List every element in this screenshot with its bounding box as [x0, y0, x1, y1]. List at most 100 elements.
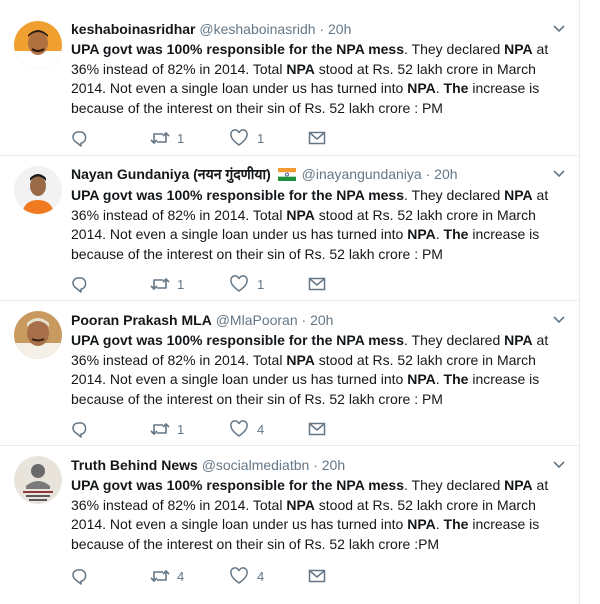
text: : PM: [414, 99, 443, 116]
heart-icon: [230, 129, 248, 146]
direct-message-button[interactable]: [308, 274, 326, 294]
tweet-text: UPA govt was 100% responsible for the NP…: [71, 476, 571, 554]
tweet-header: Nayan Gundaniya (नयन गुंदणीया) @inayangu…: [71, 165, 565, 185]
direct-message-button[interactable]: [308, 419, 326, 439]
text-bold: responsible for the NPA mess: [206, 187, 404, 203]
chevron-down-icon[interactable]: [553, 165, 565, 183]
reply-button[interactable]: [71, 274, 89, 294]
text-bold: NPA: [407, 226, 436, 242]
text-bold: The: [443, 516, 469, 532]
avatar[interactable]: [14, 456, 62, 504]
retweet-count: 1: [177, 276, 185, 292]
text: . They declared: [404, 187, 505, 203]
user-handle[interactable]: @inayangundaniya: [302, 166, 422, 182]
text-bold: UPA govt was 100%: [71, 41, 203, 57]
text-bold: NPA: [504, 477, 533, 493]
direct-message-button[interactable]: [308, 566, 326, 586]
display-name[interactable]: Truth Behind News: [71, 457, 198, 473]
text-bold: NPA: [504, 187, 533, 203]
tweet[interactable]: Pooran Prakash MLA @MlaPooran · 20h UPA …: [0, 301, 579, 446]
tweet-text: UPA govt was 100% responsible for the NP…: [71, 40, 571, 118]
user-handle[interactable]: @keshaboinasridh: [199, 21, 315, 37]
text-bold: NPA: [407, 371, 436, 387]
display-name[interactable]: Pooran Prakash MLA: [71, 312, 212, 328]
retweet-icon: [150, 132, 170, 144]
separator: ·: [313, 457, 318, 473]
like-button[interactable]: 1: [230, 274, 264, 294]
like-count: 1: [257, 276, 265, 292]
separator: ·: [425, 166, 431, 182]
retweet-icon: [150, 278, 170, 290]
text-bold: The: [443, 80, 469, 96]
heart-icon: [230, 420, 248, 437]
separator: ·: [301, 312, 307, 328]
chevron-down-icon[interactable]: [553, 456, 565, 474]
text-bold: NPA: [286, 60, 315, 77]
like-count: 4: [257, 568, 265, 584]
retweet-icon: [150, 570, 170, 582]
retweet-count: 1: [177, 421, 185, 437]
retweet-button[interactable]: 1: [150, 274, 184, 294]
avatar[interactable]: [14, 166, 62, 214]
tweet-header: Truth Behind News @socialmediatbn · 20h: [71, 456, 565, 474]
tweet-text: UPA govt was 100% responsible for the NP…: [71, 186, 571, 264]
text: .: [435, 371, 444, 387]
tweet[interactable]: Truth Behind News @socialmediatbn · 20h …: [0, 446, 579, 604]
envelope-icon: [308, 131, 326, 145]
text: : PM: [414, 245, 443, 262]
direct-message-button[interactable]: [308, 128, 326, 148]
user-handle[interactable]: @MlaPooran: [216, 312, 298, 328]
tweet[interactable]: Nayan Gundaniya (नयन गुंदणीया) @inayangu…: [0, 156, 579, 301]
reply-button[interactable]: [71, 566, 89, 586]
like-button[interactable]: 4: [230, 566, 264, 586]
avatar[interactable]: [14, 21, 62, 69]
tweet[interactable]: keshaboinasridhar @keshaboinasridh · 20h…: [0, 0, 579, 156]
text-bold: The: [443, 371, 469, 387]
text: . They declared: [404, 41, 505, 57]
heart-icon: [230, 567, 248, 584]
tweet-header: keshaboinasridhar @keshaboinasridh · 20h: [71, 20, 565, 38]
envelope-icon: [308, 569, 326, 583]
text-bold: NPA: [504, 41, 533, 57]
reply-button[interactable]: [71, 128, 89, 148]
envelope-icon: [308, 277, 326, 291]
retweet-count: 4: [177, 568, 185, 584]
like-button[interactable]: 1: [230, 128, 264, 148]
tweet-actions: 1 1: [71, 128, 471, 148]
timestamp[interactable]: 20h: [434, 166, 457, 182]
timestamp[interactable]: 20h: [322, 457, 345, 473]
india-flag-icon: [277, 167, 296, 185]
tweet-actions: 4 4: [71, 566, 471, 586]
display-name[interactable]: Nayan Gundaniya (नयन गुंदणीया): [71, 166, 271, 182]
timestamp[interactable]: 20h: [310, 312, 333, 328]
text: . They declared: [404, 477, 505, 493]
like-count: 4: [257, 421, 265, 437]
text: .: [435, 226, 444, 242]
retweet-button[interactable]: 4: [150, 566, 184, 586]
chevron-down-icon[interactable]: [553, 311, 565, 329]
text-bold: UPA govt was 100%: [71, 332, 203, 348]
tweet-header: Pooran Prakash MLA @MlaPooran · 20h: [71, 311, 565, 329]
chevron-down-icon[interactable]: [553, 20, 565, 38]
text: . They declared: [404, 332, 505, 348]
text-bold: UPA govt was 100%: [71, 187, 203, 203]
display-name[interactable]: keshaboinasridhar: [71, 21, 196, 37]
text-bold: NPA: [504, 332, 533, 348]
like-count: 1: [257, 130, 265, 146]
timestamp[interactable]: 20h: [328, 21, 351, 37]
text-bold: The: [443, 226, 469, 242]
reply-button[interactable]: [71, 419, 89, 439]
text-bold: NPA: [286, 351, 315, 368]
avatar[interactable]: [14, 311, 62, 359]
retweet-count: 1: [177, 130, 185, 146]
like-button[interactable]: 4: [230, 419, 264, 439]
text: .: [435, 516, 444, 532]
user-handle[interactable]: @socialmediatbn: [202, 457, 310, 473]
heart-icon: [230, 275, 248, 292]
text: :PM: [414, 535, 440, 552]
retweet-button[interactable]: 1: [150, 128, 184, 148]
reply-icon: [72, 569, 87, 585]
tweet-text: UPA govt was 100% responsible for the NP…: [71, 331, 571, 409]
retweet-button[interactable]: 1: [150, 419, 184, 439]
text-bold: responsible for the NPA mess: [206, 332, 404, 348]
